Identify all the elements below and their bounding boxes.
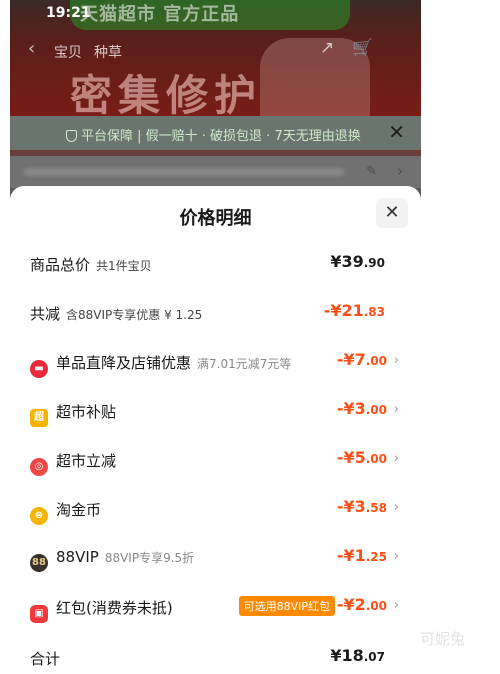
supermarket-icon: 超 (30, 409, 48, 427)
sum-value: ¥18.07 (330, 646, 385, 665)
cart-icon[interactable]: 🛒 (352, 38, 373, 58)
discount-value: -¥1.25 (336, 546, 387, 565)
discount-value: -¥2.00 (336, 595, 387, 614)
tab-product[interactable]: 宝贝 (54, 42, 82, 62)
chevron-right-icon: › (393, 549, 399, 564)
outer-gutter (421, 0, 500, 669)
discount-row-vip[interactable]: 88 88VIP 88VIP专享9.5折 -¥1.25 › (10, 544, 421, 574)
discount-row-coins[interactable]: ⊜ 淘金币 -¥3.58 › (10, 495, 421, 525)
chevron-right-icon: › (393, 598, 399, 613)
total-price-row: 商品总价 共1件宝贝 ¥39.90 (10, 250, 421, 280)
tab-grass[interactable]: 种草 (94, 42, 122, 62)
instant-discount-icon: ◎ (30, 458, 48, 476)
reduced-label: 共减 (30, 305, 61, 323)
red-packet-icon: ▣ (30, 605, 48, 623)
blurred-text (24, 168, 344, 176)
discount-value: -¥7.00 (336, 350, 387, 369)
gold-coin-icon: ⊜ (30, 507, 48, 525)
sum-label: 合计 (30, 650, 61, 668)
discount-coupon-icon: ▬ (30, 360, 48, 378)
guarantee-text: 平台保障 | 假一赔十 · 破损包退 · 7天无理由退换 (81, 129, 361, 144)
discount-row-red-packet[interactable]: ▣ 红包(消费券未抵) 可选用88VIP红包 -¥2.00 › (10, 593, 421, 623)
discount-value: -¥5.00 (336, 448, 387, 467)
hero-text: 密集修护 (70, 71, 263, 120)
sheet-title: 价格明细 (179, 208, 252, 229)
discount-value: -¥3.00 (336, 399, 387, 418)
edit-icon[interactable]: ✎ (366, 164, 377, 179)
shield-icon (66, 130, 77, 142)
close-button[interactable]: ✕ (376, 198, 408, 228)
close-icon[interactable]: ✕ (388, 120, 405, 144)
price-detail-sheet: 价格明细 ✕ 商品总价 共1件宝贝 ¥39.90 共减 含88VIP专享优惠 ¥ 1… (10, 186, 421, 669)
chevron-right-icon: › (397, 162, 403, 180)
total-label: 商品总价 (30, 256, 91, 274)
guarantee-banner: 平台保障 | 假一赔十 · 破损包退 · 7天无理由退换 ✕ (10, 116, 421, 150)
sum-row: 合计 ¥18.07 (10, 644, 421, 674)
chevron-right-icon: › (393, 402, 399, 417)
share-icon[interactable]: ↗ (320, 38, 334, 58)
discount-row-instant[interactable]: ◎ 超市立减 -¥5.00 › (10, 446, 421, 476)
blurred-address-row[interactable]: ✎ › (10, 156, 421, 188)
discount-value: -¥3.58 (336, 497, 387, 516)
discount-row-subsidy[interactable]: 超超市补贴 -¥3.00 › (10, 397, 421, 427)
vip-88-icon: 88 (30, 554, 48, 572)
watermark-text: 可妮兔 (420, 630, 466, 648)
promo-banner: 天猫超市 官方正品 (70, 0, 350, 30)
reduced-row: 共减 含88VIP专享优惠 ¥ 1.25 -¥21.83 (10, 299, 421, 329)
chevron-right-icon: › (393, 500, 399, 515)
back-icon[interactable]: ‹ (28, 38, 35, 59)
discount-row-store[interactable]: ▬ 单品直降及店铺优惠 满7.01元减7元等 -¥7.00 › (10, 348, 421, 378)
total-sub: 共1件宝贝 (96, 259, 152, 273)
vip-red-packet-tag[interactable]: 可选用88VIP红包 (238, 596, 335, 616)
chevron-right-icon: › (393, 353, 399, 368)
reduced-value: -¥21.83 (323, 301, 385, 320)
chevron-right-icon: › (393, 451, 399, 466)
reduced-sub: 含88VIP专享优惠 ¥ 1.25 (66, 308, 203, 322)
status-time: 19:21 (46, 5, 91, 21)
total-value: ¥39.90 (330, 252, 385, 271)
